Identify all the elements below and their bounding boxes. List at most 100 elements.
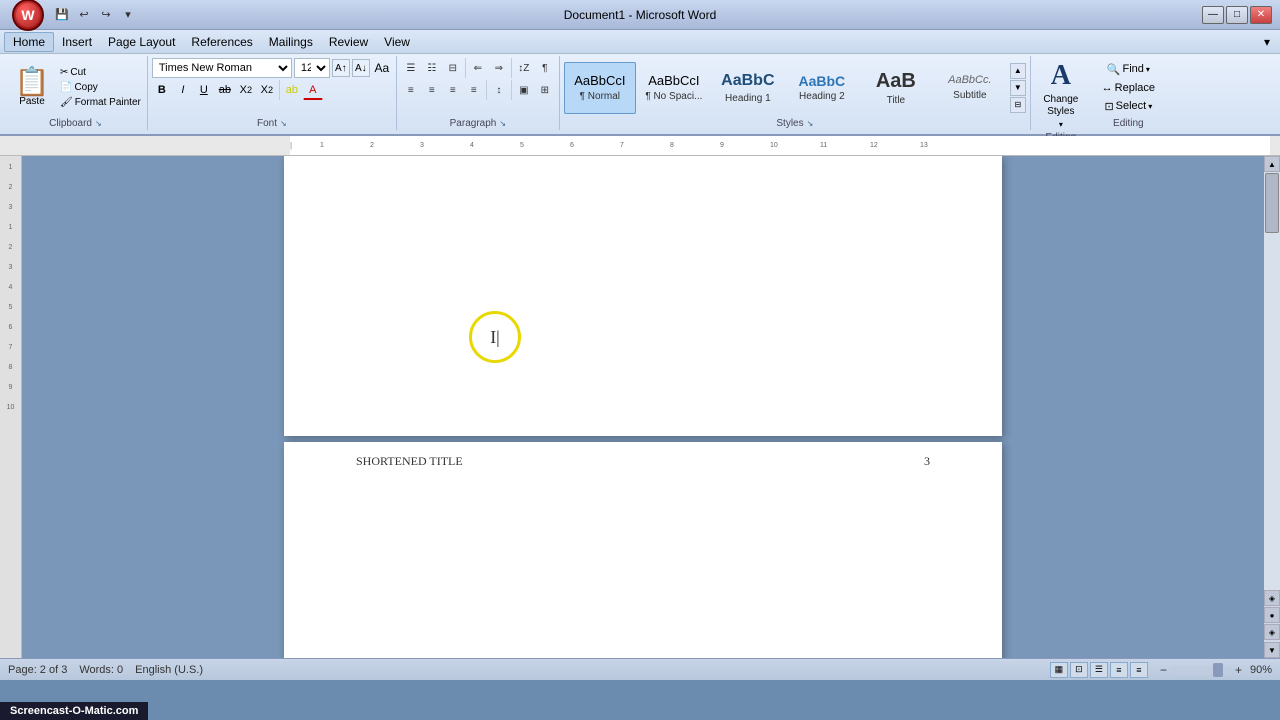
- increase-indent-button[interactable]: ⇒: [489, 59, 509, 77]
- underline-button[interactable]: U: [194, 80, 214, 100]
- styles-scroll-down[interactable]: ▼: [1010, 80, 1026, 96]
- outline-button[interactable]: ≡: [1110, 662, 1128, 678]
- scroll-prev-page[interactable]: ◈: [1264, 590, 1280, 606]
- strikethrough-button[interactable]: ab: [215, 80, 235, 100]
- clipboard-expand[interactable]: ↘: [95, 119, 102, 128]
- select-dropdown-icon: ▾: [1148, 102, 1152, 111]
- justify-button[interactable]: ≡: [464, 81, 484, 99]
- paragraph-expand[interactable]: ↘: [499, 119, 506, 128]
- print-layout-button[interactable]: ▦: [1050, 662, 1068, 678]
- office-button[interactable]: W: [12, 0, 44, 31]
- ribbon-collapse-button[interactable]: ▾: [1258, 33, 1276, 51]
- bullets-button[interactable]: ☰: [401, 59, 421, 77]
- font-expand[interactable]: ↘: [280, 119, 287, 128]
- page-2[interactable]: SHORTENED TITLE 3: [284, 442, 1002, 658]
- scroll-up-button[interactable]: ▲: [1264, 156, 1280, 172]
- style-title[interactable]: AaB Title: [860, 62, 932, 114]
- styles-group: AaBbCcI ¶ Normal AaBbCcI ¶ No Spaci... A…: [560, 56, 1031, 130]
- multilevel-button[interactable]: ⊟: [443, 59, 463, 77]
- zoom-out-button[interactable]: −: [1160, 663, 1167, 677]
- qa-dropdown[interactable]: ▾: [118, 5, 138, 25]
- window-title: Document1 - Microsoft Word: [564, 8, 717, 22]
- change-styles-button[interactable]: A ChangeStyles ▾: [1035, 58, 1087, 131]
- menu-mailings[interactable]: Mailings: [261, 33, 321, 51]
- align-center-button[interactable]: ≡: [422, 81, 442, 99]
- subscript-button[interactable]: X2: [236, 80, 256, 100]
- style-subtitle[interactable]: AaBbCc. Subtitle: [934, 62, 1006, 114]
- font-grow-button[interactable]: A↑: [332, 59, 350, 77]
- copy-button[interactable]: 📄 Copy: [58, 81, 143, 94]
- close-button[interactable]: ✕: [1250, 6, 1272, 24]
- borders-button[interactable]: ⊞: [535, 81, 555, 99]
- word-count: Words: 0: [79, 664, 123, 676]
- scroll-select-browse[interactable]: ●: [1264, 607, 1280, 623]
- zoom-slider[interactable]: [1171, 666, 1231, 674]
- align-right-button[interactable]: ≡: [443, 81, 463, 99]
- font-tools: Times New Roman 12 A↑ A↓ Aa B I U ab X2 …: [152, 58, 392, 117]
- italic-button[interactable]: I: [173, 80, 193, 100]
- format-painter-button[interactable]: 🖌 Format Painter: [58, 96, 143, 109]
- page-2-content[interactable]: [284, 469, 1002, 649]
- select-button[interactable]: ⊡ Select ▾: [1100, 98, 1156, 115]
- replace-icon: ↔: [1102, 82, 1113, 94]
- cut-button[interactable]: ✂ Cut: [58, 66, 143, 79]
- styles-expand[interactable]: ↘: [807, 119, 814, 128]
- screencast-watermark: Screencast-O-Matic.com: [0, 702, 148, 720]
- styles-label: Styles ↘: [564, 117, 1026, 130]
- horizontal-ruler: | 1 2 3 4 5 6 7 8 9 10 11 12 13: [0, 136, 1280, 156]
- style-normal[interactable]: AaBbCcI ¶ Normal: [564, 62, 636, 114]
- styles-more-button[interactable]: ⊟: [1010, 97, 1026, 113]
- line-spacing-button[interactable]: ↕: [489, 81, 509, 99]
- style-heading2[interactable]: AaBbC Heading 2: [786, 62, 858, 114]
- text-color-button[interactable]: A: [303, 80, 323, 100]
- paste-button[interactable]: 📋 Paste: [8, 66, 56, 109]
- shading-button[interactable]: ▣: [514, 81, 534, 99]
- zoom-thumb[interactable]: [1213, 663, 1223, 677]
- font-shrink-button[interactable]: A↓: [352, 59, 370, 77]
- find-button[interactable]: 🔍 Find ▾: [1103, 61, 1154, 78]
- styles-scroll-up[interactable]: ▲: [1010, 63, 1026, 79]
- menu-insert[interactable]: Insert: [54, 33, 100, 51]
- zoom-in-button[interactable]: +: [1235, 663, 1242, 677]
- clipboard-small-buttons: ✂ Cut 📄 Copy 🖌 Format Painter: [58, 66, 143, 109]
- replace-button[interactable]: ↔ Replace: [1098, 80, 1159, 96]
- scroll-track[interactable]: [1264, 172, 1280, 590]
- sort-button[interactable]: ↕Z: [514, 59, 534, 77]
- redo-button[interactable]: ↪: [96, 5, 116, 25]
- menu-review[interactable]: Review: [321, 33, 376, 51]
- menu-view[interactable]: View: [376, 33, 418, 51]
- superscript-button[interactable]: X2: [257, 80, 277, 100]
- scroll-next-page[interactable]: ◈: [1264, 624, 1280, 640]
- bold-button[interactable]: B: [152, 80, 172, 100]
- scroll-down-button[interactable]: ▼: [1264, 642, 1280, 658]
- full-screen-button[interactable]: ⊡: [1070, 662, 1088, 678]
- maximize-button[interactable]: □: [1226, 6, 1248, 24]
- save-button[interactable]: 💾: [52, 5, 72, 25]
- page-1[interactable]: I|: [284, 156, 1002, 436]
- editing-group: 🔍 Find ▾ ↔ Replace ⊡ Select ▾ Editing: [1091, 56, 1166, 130]
- style-no-spacing[interactable]: AaBbCcI ¶ No Spaci...: [638, 62, 710, 114]
- scroll-thumb[interactable]: [1265, 173, 1279, 233]
- format-painter-icon: 🖌: [60, 97, 73, 108]
- menu-references[interactable]: References: [183, 33, 260, 51]
- undo-button[interactable]: ↩: [74, 5, 94, 25]
- page-1-content[interactable]: I|: [284, 156, 1002, 416]
- zoom-percent: 90%: [1250, 664, 1272, 676]
- numbering-button[interactable]: ☷: [422, 59, 442, 77]
- para-sep4: [511, 80, 512, 100]
- font-size-select[interactable]: 12: [294, 58, 330, 78]
- cursor-indicator: I|: [469, 311, 521, 363]
- web-layout-button[interactable]: ☰: [1090, 662, 1108, 678]
- font-label: Font ↘: [152, 117, 392, 130]
- decrease-indent-button[interactable]: ⇐: [468, 59, 488, 77]
- clear-formatting-button[interactable]: Aa: [372, 58, 392, 78]
- highlight-button[interactable]: ab: [282, 80, 302, 100]
- font-face-select[interactable]: Times New Roman: [152, 58, 292, 78]
- menu-page-layout[interactable]: Page Layout: [100, 33, 183, 51]
- show-formatting-button[interactable]: ¶: [535, 59, 555, 77]
- minimize-button[interactable]: —: [1202, 6, 1224, 24]
- style-heading1[interactable]: AaBbC Heading 1: [712, 62, 784, 114]
- menu-home[interactable]: Home: [4, 32, 54, 52]
- draft-button[interactable]: ≡: [1130, 662, 1148, 678]
- align-left-button[interactable]: ≡: [401, 81, 421, 99]
